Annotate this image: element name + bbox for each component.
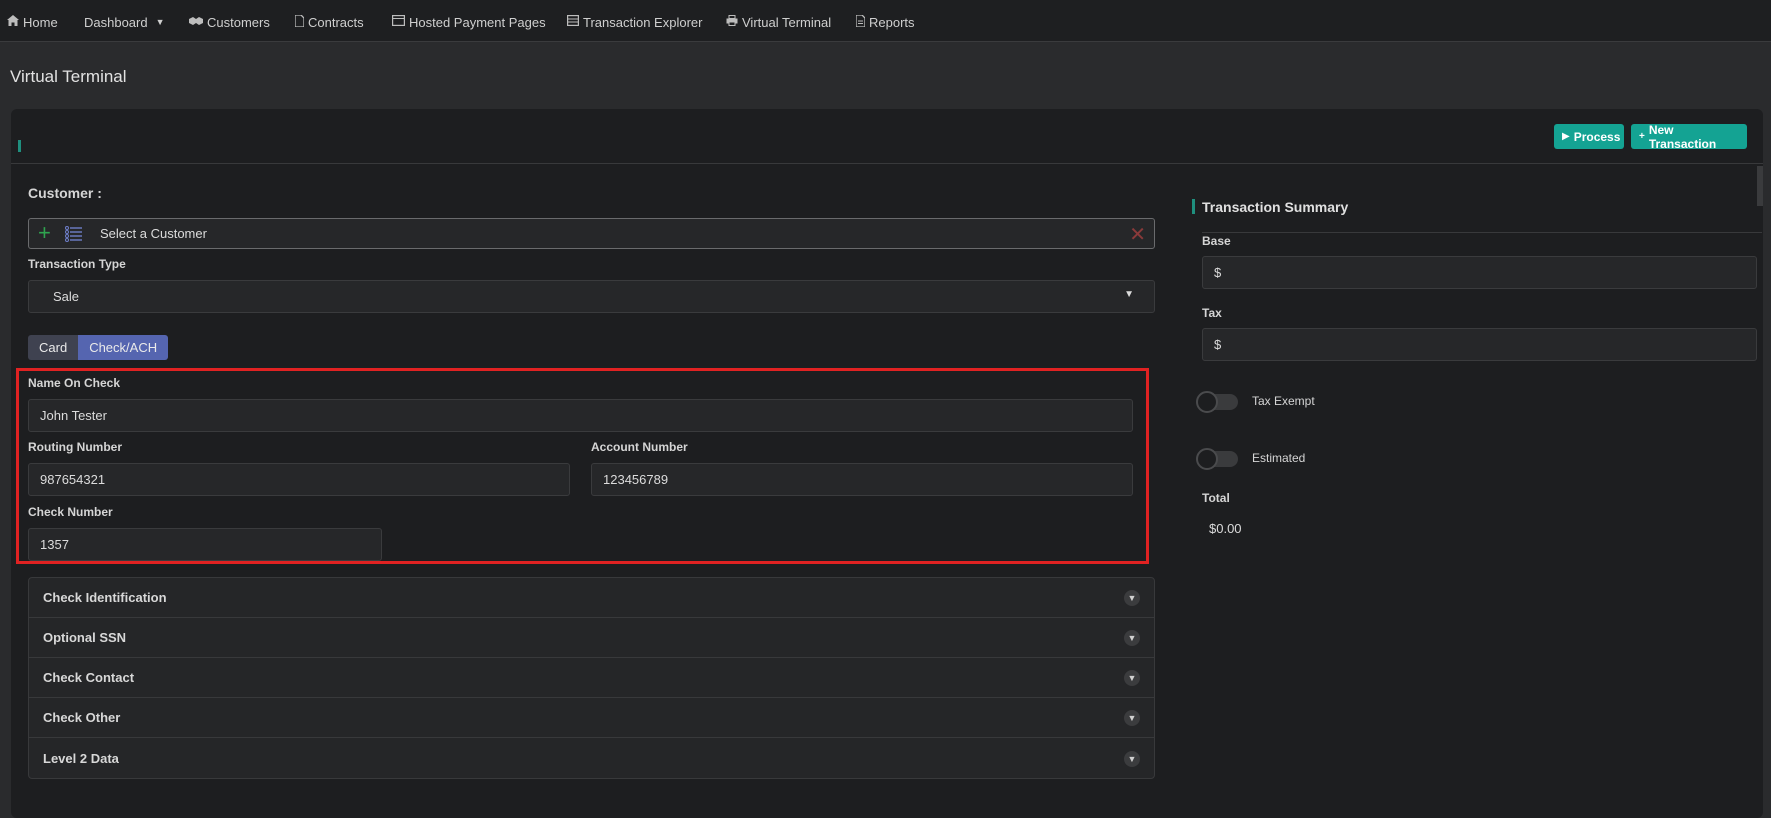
clear-icon[interactable]: ✕ [1129, 222, 1146, 247]
chevron-down-icon: ▼ [155, 17, 165, 27]
nav-reports[interactable]: Reports [855, 13, 915, 30]
nav-dashboard[interactable]: Dashboard ▼ [84, 14, 165, 30]
toggle-knob [1196, 391, 1218, 413]
new-transaction-button-label: New Transaction [1648, 122, 1717, 151]
accordion-check-identification[interactable]: Check Identification ▼ [29, 578, 1154, 618]
accordion-title: Check Identification [43, 590, 167, 605]
accordion-title: Optional SSN [43, 630, 127, 645]
total-value: $0.00 [1209, 521, 1242, 536]
tax-input[interactable]: $ [1202, 328, 1757, 361]
printer-icon [726, 15, 738, 29]
account-number-label: Account Number [591, 440, 688, 454]
check-number-input[interactable]: 1357 [28, 528, 382, 561]
tab-check-ach[interactable]: Check/ACH [78, 335, 169, 360]
process-button-label: Process [1573, 129, 1621, 144]
add-customer-icon[interactable]: + [38, 221, 51, 245]
plus-icon: + [1639, 131, 1645, 142]
nav-contracts-label: Contracts [308, 14, 364, 30]
estimated-label: Estimated [1252, 451, 1306, 465]
nav-contracts[interactable]: Contracts [294, 13, 364, 30]
chevron-down-icon[interactable]: ▼ [1124, 751, 1140, 767]
name-on-check-label: Name On Check [28, 376, 121, 390]
new-transaction-button[interactable]: + New Transaction [1631, 122, 1747, 151]
summary-accent-bar [1192, 199, 1195, 214]
routing-number-input[interactable]: 987654321 [28, 463, 570, 496]
accordion-check-contact[interactable]: Check Contact ▼ [29, 658, 1154, 698]
top-nav: Home Dashboard ▼ Customers Contracts Hos… [0, 0, 1771, 42]
accordion-level-2-data[interactable]: Level 2 Data ▼ [29, 739, 1154, 779]
payment-method-tabs: Card Check/ACH [28, 335, 169, 360]
nav-reports-label: Reports [869, 14, 915, 30]
accordion-optional-ssn[interactable]: Optional SSN ▼ [29, 618, 1154, 658]
nav-dashboard-label: Dashboard [84, 14, 148, 30]
nav-transaction-explorer[interactable]: Transaction Explorer [567, 14, 702, 30]
customer-select-placeholder: Select a Customer [100, 226, 207, 241]
nav-customers[interactable]: Customers [189, 14, 270, 30]
customer-select[interactable]: + Select a Customer ✕ [28, 218, 1155, 249]
chevron-down-icon[interactable]: ▼ [1124, 630, 1140, 646]
file-icon [294, 13, 305, 30]
nav-home[interactable]: Home [7, 14, 58, 30]
header-accent-bar [18, 140, 21, 152]
card-header: ▶ Process + New Transaction [11, 109, 1763, 164]
nav-hosted-payment-pages[interactable]: Hosted Payment Pages [392, 14, 546, 30]
summary-divider [1202, 232, 1762, 233]
dropdown-arrow-icon: ▼ [1124, 289, 1134, 300]
accordion-title: Check Other [43, 710, 121, 725]
toggle-knob [1196, 448, 1218, 470]
scrollbar[interactable] [1757, 166, 1763, 206]
nav-hosted-payment-pages-label: Hosted Payment Pages [409, 14, 546, 30]
estimated-toggle[interactable] [1196, 448, 1238, 470]
tax-exempt-toggle[interactable] [1196, 391, 1238, 413]
accordion-title: Level 2 Data [43, 751, 119, 766]
play-icon: ▶ [1562, 131, 1570, 142]
tax-label: Tax [1202, 306, 1222, 320]
nav-virtual-terminal-label: Virtual Terminal [742, 14, 832, 30]
base-input[interactable]: $ [1202, 256, 1757, 289]
check-number-label: Check Number [28, 505, 113, 519]
window-icon [392, 15, 406, 29]
customer-label: Customer : [28, 185, 102, 201]
chevron-down-icon[interactable]: ▼ [1124, 710, 1140, 726]
report-icon [855, 13, 866, 30]
handshake-icon [189, 16, 203, 29]
base-label: Base [1202, 234, 1231, 248]
process-button[interactable]: ▶ Process [1554, 124, 1624, 149]
transaction-type-label: Transaction Type [28, 257, 126, 271]
page-title: Virtual Terminal [10, 67, 127, 86]
home-icon [7, 15, 19, 29]
nav-customers-label: Customers [207, 14, 270, 30]
chevron-down-icon[interactable]: ▼ [1124, 670, 1140, 686]
accordion-title: Check Contact [43, 670, 135, 685]
nav-transaction-explorer-label: Transaction Explorer [583, 14, 703, 30]
table-icon [567, 15, 580, 29]
accordion-check-other[interactable]: Check Other ▼ [29, 698, 1154, 738]
total-label: Total [1202, 491, 1230, 505]
account-number-input[interactable]: 123456789 [591, 463, 1133, 496]
tax-exempt-label: Tax Exempt [1252, 394, 1315, 408]
summary-title: Transaction Summary [1202, 199, 1349, 215]
chevron-down-icon[interactable]: ▼ [1124, 590, 1140, 606]
name-on-check-input[interactable]: John Tester [28, 399, 1133, 432]
transaction-type-value: Sale [53, 289, 80, 304]
tab-card[interactable]: Card [28, 335, 79, 360]
nav-virtual-terminal[interactable]: Virtual Terminal [726, 14, 831, 30]
check-details-accordion: Check Identification ▼ Optional SSN ▼ Ch… [28, 577, 1155, 779]
nav-home-label: Home [23, 14, 58, 30]
customer-list-icon[interactable] [65, 226, 83, 242]
transaction-type-select[interactable]: Sale ▼ [28, 280, 1155, 313]
routing-number-label: Routing Number [28, 440, 122, 454]
